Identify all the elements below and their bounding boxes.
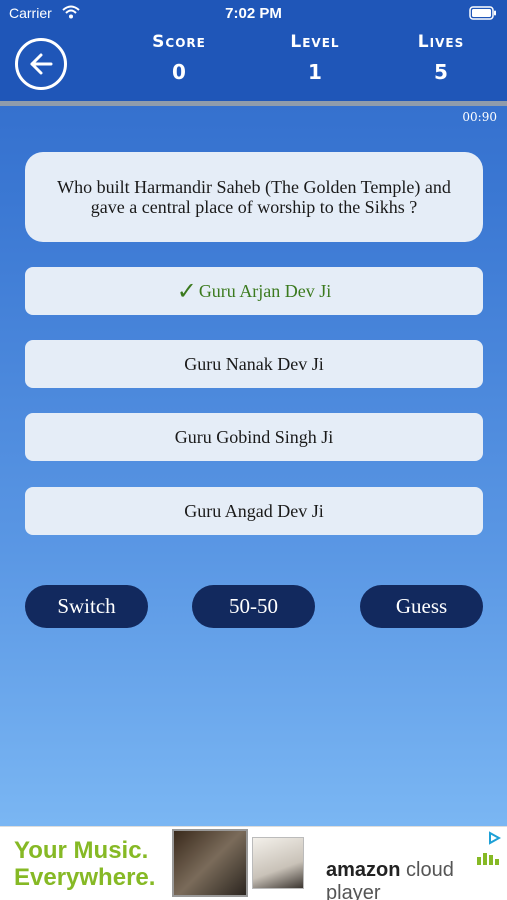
answer-option-2[interactable]: Guru Nanak Dev Ji — [25, 340, 483, 388]
lives-label: Lives — [417, 32, 465, 52]
game-header: Score 0 Level 1 Lives 5 — [0, 28, 507, 101]
lives-value: 5 — [434, 60, 448, 84]
status-bar: Carrier 7:02 PM — [0, 0, 507, 28]
ad-album-art — [252, 837, 304, 889]
timer-text: 00:90 — [462, 110, 497, 124]
answer-option-text: Guru Arjan Dev Ji — [198, 280, 332, 301]
ad-headline: Your Music. Everywhere. — [14, 837, 164, 891]
ad-choices-icon[interactable] — [487, 831, 502, 850]
status-time: 7:02 PM — [225, 5, 282, 22]
score-value: 0 — [172, 60, 186, 84]
answer-option-1[interactable]: ✓ Guru Arjan Dev Ji — [25, 267, 483, 315]
check-icon: ✓ — [176, 277, 197, 305]
answer-option-4[interactable]: Guru Angad Dev Ji — [25, 487, 483, 535]
guess-button[interactable]: Guess — [360, 585, 483, 628]
level-label: Level — [290, 32, 340, 52]
lives-stat: Lives 5 — [381, 32, 501, 84]
ad-brand-amazon: amazon — [326, 859, 401, 881]
level-stat: Level 1 — [255, 32, 375, 84]
timer-progress-fill — [0, 101, 507, 106]
back-arrow-icon — [30, 53, 53, 75]
question-text: Who built Harmandir Saheb (The Golden Te… — [57, 177, 451, 217]
ad-headline-line-2: Everywhere. — [14, 864, 156, 891]
equalizer-icon — [477, 851, 499, 870]
level-value: 1 — [308, 60, 322, 84]
fifty-fifty-button[interactable]: 50-50 — [192, 585, 315, 628]
battery-icon — [469, 6, 497, 23]
answer-option-text: Guru Nanak Dev Ji — [184, 353, 324, 374]
switch-button[interactable]: Switch — [25, 585, 148, 628]
ad-headline-line-1: Your Music. — [14, 837, 149, 864]
question-card: Who built Harmandir Saheb (The Golden Te… — [25, 152, 483, 242]
answer-option-3[interactable]: Guru Gobind Singh Ji — [25, 413, 483, 461]
ad-album-art — [172, 829, 248, 897]
answer-option-text: Guru Gobind Singh Ji — [174, 426, 334, 447]
answer-option-text: Guru Angad Dev Ji — [184, 500, 324, 521]
ad-banner[interactable]: Your Music. Everywhere. amazon cloud pla… — [0, 826, 507, 900]
back-button[interactable] — [15, 38, 67, 90]
score-stat: Score 0 — [119, 32, 239, 84]
timer-progress-bar — [0, 101, 507, 106]
score-label: Score — [152, 32, 206, 52]
